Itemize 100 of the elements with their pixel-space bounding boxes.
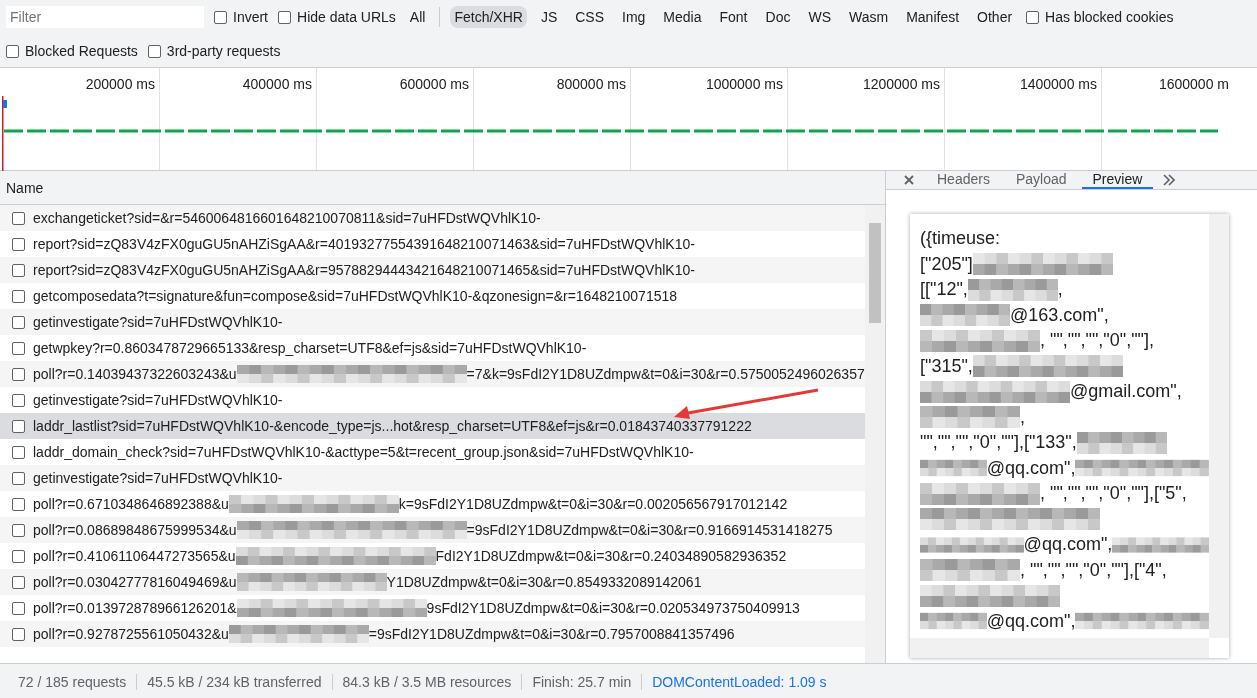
checkbox[interactable] [12, 393, 25, 407]
more-tabs-icon[interactable] [1163, 174, 1176, 186]
dom-content-loaded-link[interactable]: DOMContentLoaded: 1.09 s [642, 673, 837, 690]
type-filter-button[interactable]: CSS [571, 6, 608, 28]
type-filter-button[interactable]: Wasm [845, 6, 893, 28]
checkbox[interactable] [12, 315, 25, 329]
checkbox[interactable] [147, 44, 161, 58]
request-row[interactable]: laddr_lastlist?sid=7uHFDstWQVhlK10-&encode_type=js...hot&resp_charset=UTF8&ef=js&r=0.01843740337791222 [0, 413, 865, 439]
preview-text: ["205"] [920, 253, 973, 275]
request-name: poll?r=0.14039437322603243&u [33, 366, 237, 382]
request-row[interactable]: exchangeticket?sid=&r=5460064816601648210070811&sid=7uHFDstWQVhlK10- [0, 205, 865, 231]
preview-text: , "","","","0",""],["4", [1020, 559, 1167, 581]
scrollbar[interactable] [865, 205, 885, 663]
request-row[interactable]: getcomposedata?t=signature&fun=compose&sid=7uHFDstWQVhlK10-&qzonesign=&r=1648210071518 [0, 283, 865, 309]
time-tick-label: 400000 ms [242, 76, 312, 92]
checkbox-label: Blocked Requests [25, 43, 138, 59]
time-tick-label: 1200000 ms [862, 76, 940, 92]
request-name: =7&k=9sFdI2Y1D8UZdmpw&t=0&i=30&r=0.5750052496026357 [466, 366, 865, 382]
request-name: =9sFdI2Y1D8UZdmpw&t=0&i=30&r=0.7957008841357496 [368, 626, 735, 642]
request-row[interactable]: getinvestigate?sid=7uHFDstWQVhlK10- [0, 465, 865, 491]
type-filter-button[interactable]: WS [804, 6, 835, 28]
checkbox-label: 3rd-party requests [166, 43, 281, 59]
request-name: poll?r=0.03042777816049469&u [33, 574, 237, 590]
type-filter-button[interactable]: Other [973, 6, 1017, 28]
time-tick-label: 1400000 ms [1019, 76, 1097, 92]
preview-text: @qq.com", [1023, 534, 1113, 556]
checkbox[interactable] [12, 471, 25, 485]
type-filter-button[interactable]: Doc [761, 6, 795, 28]
checkbox[interactable] [12, 601, 25, 615]
checkbox-label: Invert [233, 9, 268, 25]
checkbox[interactable] [12, 445, 25, 459]
checkbox[interactable] [12, 419, 25, 433]
time-tick-label: 600000 ms [399, 76, 469, 92]
time-tick-label: 1000000 ms [705, 76, 783, 92]
request-row[interactable]: getwpkey?r=0.8603478729665133&resp_charset=UTF8&ef=js&sid=7uHFDstWQVhlK10- [0, 335, 865, 361]
preview-text: ({timeuse: [920, 228, 1001, 250]
type-filter-button[interactable]: All [405, 6, 430, 28]
time-tick-label: 800000 ms [556, 76, 626, 92]
request-row[interactable]: poll?r=0.08689848675999534&u =9sFdI2Y1D8UZdmpw&t=0&i=30&r=0.9166914531418275 [0, 517, 865, 543]
request-name: getinvestigate?sid=7uHFDstWQVhlK10- [33, 392, 283, 408]
checkbox[interactable] [12, 289, 25, 303]
checkbox[interactable] [12, 575, 25, 589]
request-name: =9sFdI2Y1D8UZdmpw&t=0&i=30&r=0.9166914531418275 [466, 522, 833, 538]
type-filter-button[interactable]: Manifest [902, 6, 964, 28]
request-row[interactable]: poll?r=0.6710348646892388&u k=9sFdI2Y1D8UZdmpw&t=0&i=30&r=0.002056567917012142 [0, 491, 865, 517]
request-name: getcomposedata?t=signature&fun=compose&sid=7uHFDstWQVhlK10-&qzonesign=&r=1648210071518 [33, 288, 678, 304]
type-filter-button[interactable]: Img [618, 6, 650, 28]
checkbox[interactable] [1026, 10, 1040, 24]
checkbox[interactable] [12, 549, 25, 563]
request-name: laddr_lastlist?sid=7uHFDstWQVhlK10-&encode_type=js...hot&resp_charset=UTF8&ef=js&r=0.01843740337791222 [33, 418, 752, 434]
request-name: FdI2Y1D8UZdmpw&t=0&i=30&r=0.24034890582936352 [435, 548, 787, 564]
checkbox[interactable] [12, 211, 25, 225]
request-name: exchangeticket?sid=&r=5460064816601648210070811&sid=7uHFDstWQVhlK10- [33, 210, 541, 226]
request-name: getinvestigate?sid=7uHFDstWQVhlK10- [33, 314, 283, 330]
type-filter-button[interactable]: Fetch/XHR [450, 6, 527, 28]
type-filter-button[interactable]: JS [536, 6, 562, 28]
checkbox[interactable] [12, 237, 25, 251]
checkbox[interactable] [12, 627, 25, 641]
type-filter-button[interactable]: Font [715, 6, 752, 28]
details-tab[interactable]: Preview [1081, 171, 1154, 189]
column-header: Name [6, 179, 44, 196]
request-row[interactable]: poll?r=0.9278725561050432&u =9sFdI2Y1D8UZdmpw&t=0&i=30&r=0.7957008841357496 [0, 621, 865, 647]
request-name: laddr_domain_check?sid=7uHFDstWQVhlK10-&acttype=5&t=recent_group.json&sid=7uHFDstWQVhlK10- [33, 444, 694, 460]
checkbox[interactable] [214, 10, 227, 24]
request-name: 9sFdI2Y1D8UZdmpw&t=0&i=30&r=0.020534973750409913 [426, 600, 800, 616]
preview-text: [["12", [920, 279, 968, 301]
request-name: k=9sFdI2Y1D8UZdmpw&t=0&i=30&r=0.002056567917012142 [398, 496, 788, 512]
request-row[interactable]: report?sid=zQ83V4zFX0guGU5nAHZiSgAA&r=40193277554391648210071463&sid=7uHFDstWQVhlK10- [0, 231, 865, 257]
filter-field[interactable]: Filter [6, 6, 204, 28]
preview-text: ["315", [920, 355, 973, 377]
request-name: poll?r=0.6710348646892388&u [33, 496, 229, 512]
checkbox[interactable] [12, 523, 25, 537]
checkbox[interactable] [278, 10, 291, 24]
scrollbar[interactable] [1209, 214, 1229, 638]
request-name: poll?r=0.41061106447273565&u [33, 548, 236, 564]
request-name: report?sid=zQ83V4zFX0guGU5nAHZiSgAA&r=40193277554391648210071463&sid=7uHFDstWQVhlK10- [33, 236, 695, 252]
details-tab[interactable]: Headers [926, 171, 1001, 189]
request-name: getwpkey?r=0.8603478729665133&resp_charset=UTF8&ef=js&sid=7uHFDstWQVhlK10- [33, 340, 587, 356]
preview-text: @gmail.com", [1070, 381, 1182, 403]
checkbox[interactable] [12, 497, 25, 511]
preview-text: , [1057, 279, 1063, 301]
request-row[interactable]: laddr_domain_check?sid=7uHFDstWQVhlK10-&acttype=5&t=recent_group.json&sid=7uHFDstWQVhlK10- [0, 439, 865, 465]
request-row[interactable]: poll?r=0.03042777816049469&u Y1D8UZdmpw&t=0&i=30&r=0.8549332089142061 [0, 569, 865, 595]
request-row[interactable]: getinvestigate?sid=7uHFDstWQVhlK10- [0, 387, 865, 413]
checkbox[interactable] [12, 263, 25, 277]
preview-text: , "","","","0",""], [1040, 330, 1154, 352]
details-tab[interactable]: Payload [1004, 171, 1078, 189]
request-row[interactable]: poll?r=0.14039437322603243&u =7&k=9sFdI2Y1D8UZdmpw&t=0&i=30&r=0.5750052496026357 [0, 361, 865, 387]
checkbox[interactable] [6, 44, 19, 58]
request-row[interactable]: poll?r=0.41061106447273565&u FdI2Y1D8UZdmpw&t=0&i=30&r=0.24034890582936352 [0, 543, 865, 569]
scrollbar[interactable] [910, 638, 1209, 658]
request-row[interactable]: getinvestigate?sid=7uHFDstWQVhlK10- [0, 309, 865, 335]
request-name: getinvestigate?sid=7uHFDstWQVhlK10- [33, 470, 283, 486]
time-tick-label: 1600000 m [1158, 76, 1229, 92]
type-filter-button[interactable]: Media [659, 6, 706, 28]
checkbox[interactable] [12, 367, 25, 381]
request-row[interactable]: report?sid=zQ83V4zFX0guGU5nAHZiSgAA&r=95788294443421648210071465&sid=7uHFDstWQVhlK10- [0, 257, 865, 283]
status-text: 45.5 kB / 234 kB transferred [137, 673, 333, 690]
checkbox[interactable] [12, 341, 25, 355]
request-row[interactable]: poll?r=0.013972878966126201& 9sFdI2Y1D8UZdmpw&t=0&i=30&r=0.020534973750409913 [0, 595, 865, 621]
